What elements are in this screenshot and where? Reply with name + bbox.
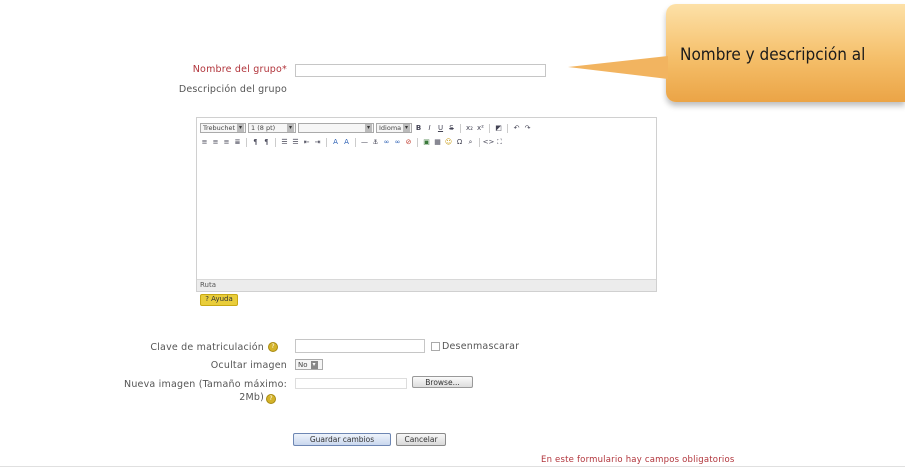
text-color-icon[interactable]: A [331, 138, 340, 147]
callout-text: Nombre y descripción al [680, 45, 866, 65]
italic-icon[interactable]: I [425, 124, 434, 133]
insert-table-icon[interactable]: ▦ [433, 138, 442, 147]
group-description-label: Descripción del grupo [178, 84, 287, 95]
background-color-icon[interactable]: A [342, 138, 351, 147]
undo-icon[interactable]: ↶ [512, 124, 521, 133]
hide-picture-value: No [298, 360, 308, 369]
save-changes-button[interactable]: Guardar cambios [293, 433, 391, 446]
align-center-icon[interactable]: ≡ [211, 138, 220, 147]
toolbar-divider [355, 137, 356, 147]
align-right-icon[interactable]: ≡ [222, 138, 231, 147]
toolbar-divider [417, 137, 418, 147]
toolbar-divider [489, 123, 490, 133]
outdent-icon[interactable]: ⇤ [302, 138, 311, 147]
fullscreen-icon[interactable]: ⛶ [495, 138, 504, 147]
chevron-down-icon: ▾ [365, 124, 372, 132]
redo-icon[interactable]: ↷ [523, 124, 532, 133]
unordered-list-icon[interactable]: ☰ [291, 138, 300, 147]
ordered-list-icon[interactable]: ☰ [280, 138, 289, 147]
required-fields-note: En este formulario hay campos obligatori… [541, 455, 735, 465]
editor-toolbar-row-1: Trebuchet ▾ 1 (8 pt) ▾ ▾ Idioma ▾ B I U S x… [197, 122, 532, 134]
group-name-label: Nombre del grupo* [192, 64, 287, 75]
enrolment-key-input[interactable] [295, 339, 425, 353]
horizontal-rule-icon[interactable]: — [360, 138, 369, 147]
nolink-icon[interactable]: ⊘ [404, 138, 413, 147]
new-picture-label-line2: 2Mb) [66, 391, 287, 404]
clean-html-icon[interactable]: ◩ [494, 124, 503, 133]
toolbar-divider [507, 123, 508, 133]
toolbar-divider [460, 123, 461, 133]
chevron-down-icon: ▾ [403, 124, 410, 132]
editor-status-bar: Ruta [197, 279, 656, 291]
font-select[interactable]: Trebuchet ▾ [200, 123, 246, 133]
file-path-input[interactable] [295, 378, 407, 389]
html-source-icon[interactable]: <> [483, 138, 495, 147]
unlink-icon[interactable]: ∞ [393, 138, 402, 147]
status-path-label: Ruta [200, 281, 217, 289]
toolbar-divider [326, 137, 327, 147]
editor-content-area[interactable] [199, 148, 654, 280]
editor-help-button[interactable]: ? Ayuda [200, 294, 238, 306]
underline-icon[interactable]: U [436, 124, 445, 133]
toolbar-divider [275, 137, 276, 147]
justify-icon[interactable]: ≣ [233, 138, 242, 147]
indent-icon[interactable]: ⇥ [313, 138, 322, 147]
help-icon[interactable]: ? [266, 394, 276, 404]
style-select[interactable]: ▾ [298, 123, 374, 133]
font-select-value: Trebuchet [203, 124, 236, 132]
ltr-icon[interactable]: ¶ [251, 138, 260, 147]
enrolment-key-label: Clave de matriculación [150, 342, 264, 353]
browse-button[interactable]: Browse... [412, 376, 473, 388]
size-select-value: 1 (8 pt) [251, 124, 276, 132]
footer-divider [0, 466, 905, 467]
new-picture-label: Nueva imagen (Tamaño máximo: 2Mb) [66, 378, 287, 404]
language-select-value: Idioma [379, 124, 402, 132]
help-icon[interactable]: ? [268, 342, 278, 352]
hide-picture-select[interactable]: No ▾ [295, 359, 323, 370]
toolbar-divider [246, 137, 247, 147]
special-char-icon[interactable]: Ω [455, 138, 464, 147]
bold-icon[interactable]: B [414, 124, 423, 133]
unmask-checkbox[interactable] [431, 342, 440, 351]
anchor-icon[interactable]: ⚓ [371, 138, 380, 147]
language-select[interactable]: Idioma ▾ [376, 123, 412, 133]
cancel-button[interactable]: Cancelar [396, 433, 446, 446]
chevron-down-icon: ▾ [237, 124, 244, 132]
smiley-icon[interactable]: ☺ [444, 138, 453, 147]
toolbar-divider [479, 137, 480, 147]
chevron-down-icon: ▾ [310, 360, 318, 369]
new-picture-label-size: 2Mb) [239, 392, 264, 403]
insert-image-icon[interactable]: ▣ [422, 138, 431, 147]
rtl-icon[interactable]: ¶ [262, 138, 271, 147]
search-replace-icon[interactable]: ⌕ [466, 138, 475, 147]
unmask-label: Desenmascarar [442, 341, 520, 352]
hide-picture-label: Ocultar imagen [210, 360, 287, 371]
group-name-input[interactable] [295, 64, 546, 77]
editor-toolbar-row-2: ≡ ≡ ≡ ≣ ¶ ¶ ☰ ☰ ⇤ ⇥ A A — ⚓ ∞ ∞ ⊘ ▣ ▦ ☺ … [197, 136, 504, 148]
strikethrough-icon[interactable]: S [447, 124, 456, 133]
size-select[interactable]: 1 (8 pt) ▾ [248, 123, 296, 133]
superscript-icon[interactable]: x² [476, 124, 485, 133]
align-left-icon[interactable]: ≡ [200, 138, 209, 147]
description-editor[interactable]: Trebuchet ▾ 1 (8 pt) ▾ ▾ Idioma ▾ B I U S x… [196, 117, 657, 292]
callout-arrow [568, 56, 668, 79]
subscript-icon[interactable]: x₂ [465, 124, 474, 133]
link-icon[interactable]: ∞ [382, 138, 391, 147]
new-picture-label-line1: Nueva imagen (Tamaño máximo: [124, 379, 287, 390]
chevron-down-icon: ▾ [287, 124, 294, 132]
